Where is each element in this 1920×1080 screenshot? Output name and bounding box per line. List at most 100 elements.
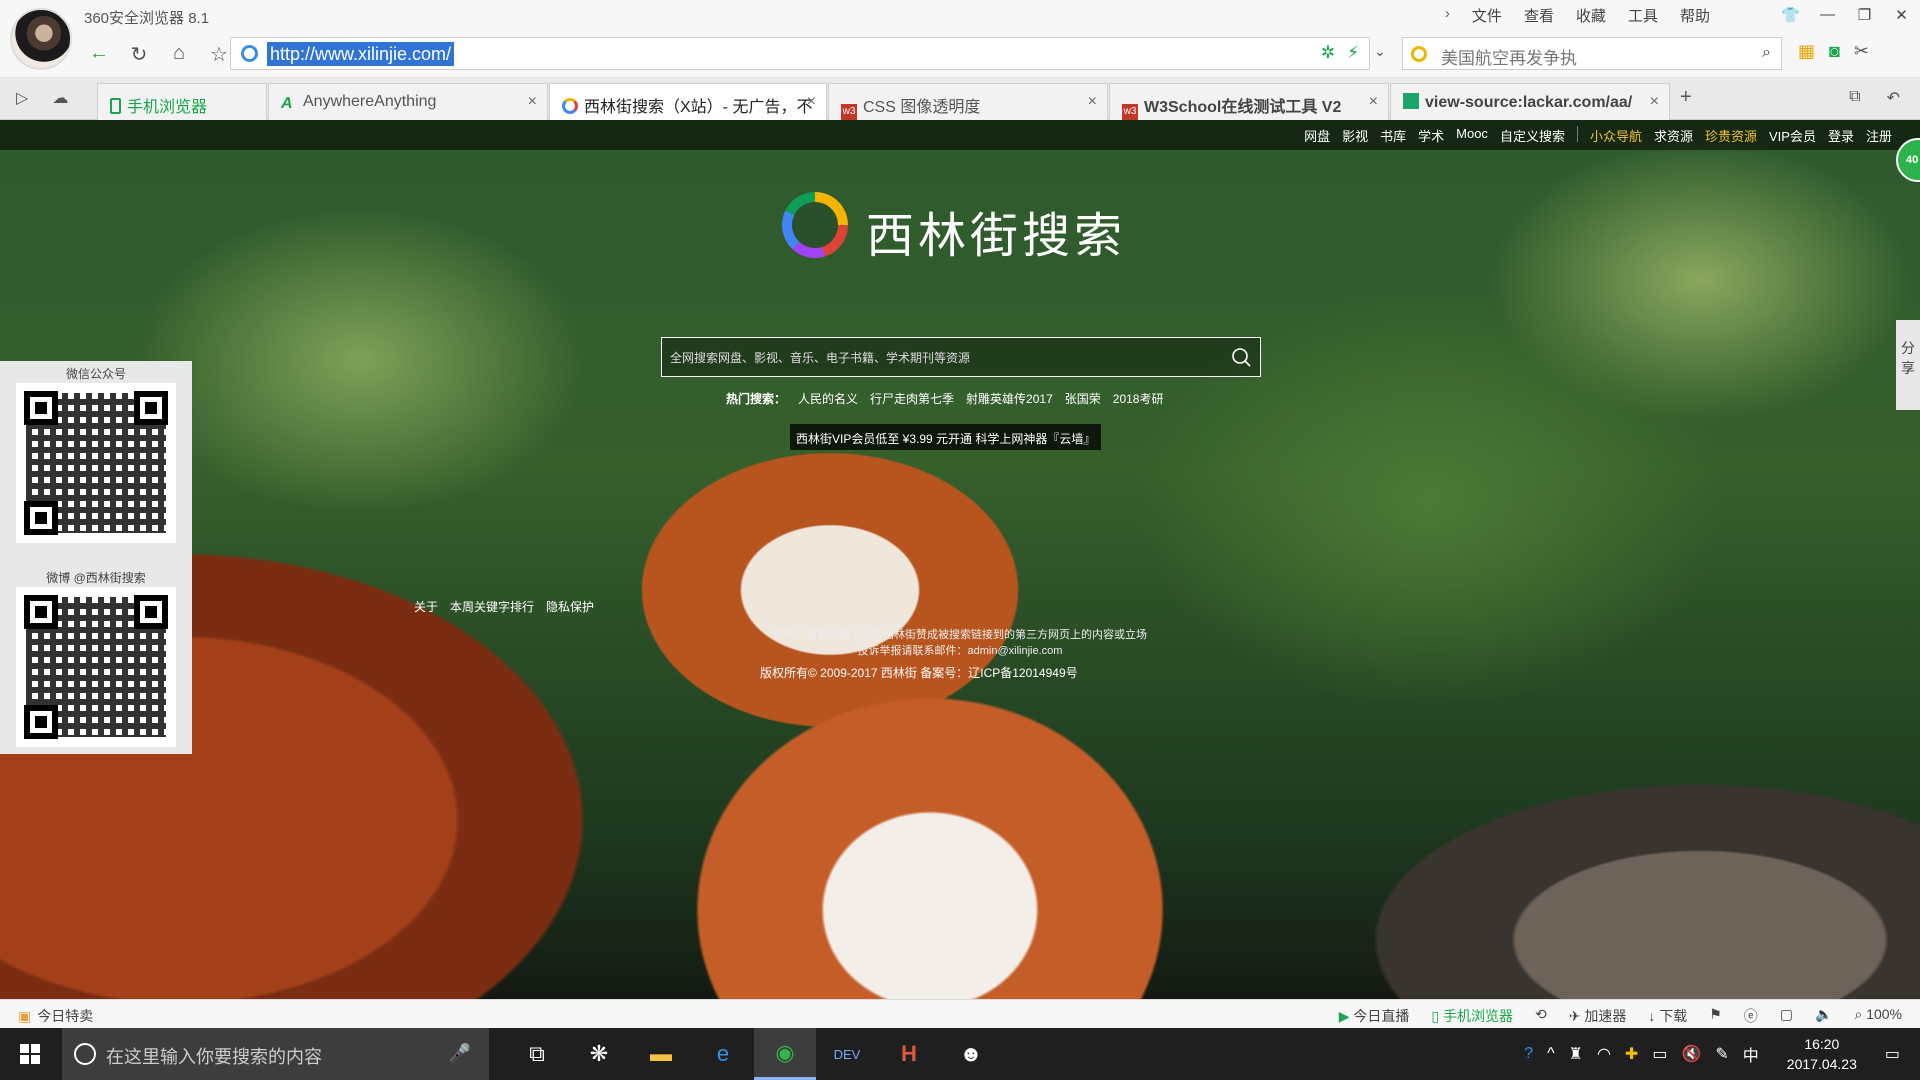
footer-link-about[interactable]: 关于 bbox=[414, 598, 438, 615]
task-view-icon[interactable]: ⧉ bbox=[506, 1028, 568, 1080]
cloud-icon[interactable]: ☁ bbox=[52, 88, 68, 108]
hot-link[interactable]: 行尸走肉第七季 bbox=[870, 390, 954, 407]
nav-link-video[interactable]: 影视 bbox=[1342, 126, 1368, 145]
wechat-icon[interactable]: ◙ bbox=[1829, 41, 1840, 62]
close-button[interactable]: ✕ bbox=[1883, 0, 1920, 29]
mute-icon[interactable]: 🔇 bbox=[1681, 1044, 1701, 1064]
hot-link[interactable]: 张国荣 bbox=[1065, 390, 1101, 407]
tab-w3school[interactable]: w3 W3School在线测试工具 V2 × bbox=[1109, 83, 1389, 120]
nav-link-vip[interactable]: VIP会员 bbox=[1769, 126, 1816, 145]
chevron-down-icon[interactable]: ⌄ bbox=[1374, 43, 1386, 60]
back-icon[interactable]: ← bbox=[88, 42, 110, 67]
file-explorer-icon[interactable]: ▬ bbox=[630, 1028, 692, 1080]
star-icon[interactable]: ☆ bbox=[208, 42, 230, 67]
windows-start-icon[interactable] bbox=[20, 1044, 40, 1064]
mobile-browser-button[interactable]: ▯ 手机浏览器 bbox=[1431, 1006, 1513, 1026]
nav-link-rare[interactable]: 珍贵资源 bbox=[1705, 126, 1757, 145]
close-tab-icon[interactable]: × bbox=[1369, 93, 1378, 111]
share-button[interactable]: 分享 bbox=[1896, 320, 1920, 410]
hot-link[interactable]: 人民的名义 bbox=[798, 390, 858, 407]
sync-icon[interactable]: ⟲ bbox=[1535, 1006, 1547, 1026]
wifi-icon[interactable]: ◠ bbox=[1597, 1044, 1611, 1064]
security-icon[interactable]: ✲ bbox=[1321, 43, 1335, 63]
minimize-button[interactable]: — bbox=[1809, 0, 1846, 29]
ime-indicator[interactable]: 中 bbox=[1743, 1042, 1759, 1066]
hbuilder-icon[interactable]: H bbox=[878, 1028, 940, 1080]
microphone-icon[interactable]: 🎤 bbox=[449, 1043, 471, 1064]
main-search-input[interactable]: 全网搜索网盘、影视、音乐、电子书籍、学术期刊等资源 bbox=[661, 337, 1261, 377]
game-app-icon[interactable]: ☻ bbox=[940, 1028, 1002, 1080]
clock[interactable]: 16:20 2017.04.23 bbox=[1787, 1034, 1857, 1074]
scissors-icon[interactable]: ✂ bbox=[1854, 41, 1869, 62]
nav-link-request[interactable]: 求资源 bbox=[1654, 126, 1693, 145]
tab-view-source[interactable]: view-source:lackar.com/aa/ × bbox=[1390, 83, 1670, 120]
tab-xilinjie[interactable]: 西林街搜索（X站）- 无广告，不 × bbox=[549, 83, 827, 120]
edge-icon[interactable]: e bbox=[692, 1028, 754, 1080]
notification-icon[interactable]: ▭ bbox=[1885, 1044, 1900, 1064]
vip-promo-banner[interactable]: 西林街VIP会员低至 ¥3.99 元开通 科学上网神器『云墙』 bbox=[790, 424, 1102, 450]
flag-icon[interactable]: ⚑ bbox=[1709, 1006, 1722, 1026]
close-tab-icon[interactable]: × bbox=[528, 93, 537, 111]
live-button[interactable]: ▶ 今日直播 bbox=[1339, 1006, 1410, 1026]
close-tab-icon[interactable]: × bbox=[807, 93, 816, 111]
nav-link-custom-search[interactable]: 自定义搜索 bbox=[1500, 126, 1565, 145]
maximize-button[interactable]: ❐ bbox=[1846, 0, 1883, 29]
nav-link-niche[interactable]: 小众导航 bbox=[1590, 126, 1642, 145]
tab-anywhereanything[interactable]: A AnywhereAnything × bbox=[268, 83, 548, 120]
search-box[interactable]: 美国航空再发争执 ⌕ bbox=[1402, 37, 1782, 70]
apps-icon[interactable]: ▦ bbox=[1798, 41, 1815, 62]
tab-css-opacity[interactable]: w3 CSS 图像透明度 × bbox=[828, 83, 1108, 120]
menu-file[interactable]: 文件 bbox=[1472, 5, 1502, 26]
menu-favorites[interactable]: 收藏 bbox=[1576, 5, 1606, 26]
close-tab-icon[interactable]: × bbox=[1650, 93, 1659, 111]
nav-link-academic[interactable]: 学术 bbox=[1418, 126, 1444, 145]
nav-link-mooc[interactable]: Mooc bbox=[1456, 126, 1488, 145]
menu-tools[interactable]: 工具 bbox=[1628, 5, 1658, 26]
close-tab-icon[interactable]: × bbox=[1088, 93, 1097, 111]
search-icon[interactable] bbox=[1228, 344, 1254, 370]
refresh-icon[interactable]: ↻ bbox=[128, 42, 150, 67]
ie-icon[interactable]: ⓔ bbox=[1744, 1006, 1758, 1026]
plus-app-icon[interactable]: ✚ bbox=[1625, 1044, 1638, 1064]
skin-icon[interactable]: 👕 bbox=[1772, 0, 1809, 29]
devcpp-icon[interactable]: DEV bbox=[816, 1028, 878, 1080]
hot-link[interactable]: 射雕英雄传2017 bbox=[966, 390, 1053, 407]
accelerator-button[interactable]: ✈ 加速器 bbox=[1569, 1006, 1627, 1026]
disclaimer-line-2: 投诉举报请联系邮件：admin@xilinjie.com bbox=[857, 645, 1063, 657]
menu-help[interactable]: 帮助 bbox=[1680, 5, 1710, 26]
tab-mobile-browser[interactable]: 手机浏览器 bbox=[97, 83, 267, 120]
pen-icon[interactable]: ✎ bbox=[1715, 1044, 1728, 1064]
hot-link[interactable]: 2018考研 bbox=[1113, 390, 1164, 407]
footer-link-ranking[interactable]: 本周关键字排行 bbox=[450, 598, 534, 615]
battery-icon[interactable]: ▭ bbox=[1652, 1044, 1667, 1064]
search-engine-icon[interactable] bbox=[1411, 46, 1427, 62]
zoom-control[interactable]: ⌕ 100% bbox=[1854, 1006, 1902, 1026]
window-icon[interactable]: ▢ bbox=[1780, 1006, 1793, 1026]
download-button[interactable]: ↓ 下载 bbox=[1648, 1006, 1687, 1026]
user-avatar[interactable] bbox=[10, 8, 72, 70]
qq-icon[interactable]: ♜ bbox=[1569, 1044, 1583, 1064]
speed-mode-icon[interactable]: ⚡ bbox=[1347, 43, 1359, 63]
volume-icon[interactable]: 🔈 bbox=[1815, 1006, 1832, 1026]
nav-link-netdisk[interactable]: 网盘 bbox=[1304, 126, 1330, 145]
tab-list-icon[interactable]: ⧉ bbox=[1849, 88, 1860, 108]
search-icon[interactable]: ⌕ bbox=[1762, 44, 1771, 62]
address-bar[interactable]: http://www.xilinjie.com/ ✲ ⚡ bbox=[230, 37, 1370, 70]
url-text[interactable]: http://www.xilinjie.com/ bbox=[267, 42, 455, 66]
help-icon[interactable]: ? bbox=[1524, 1045, 1533, 1063]
chevron-up-icon[interactable]: ^ bbox=[1547, 1045, 1555, 1063]
menu-view[interactable]: 查看 bbox=[1524, 5, 1554, 26]
nav-link-register[interactable]: 注册 bbox=[1866, 126, 1892, 145]
undo-close-icon[interactable]: ↶ bbox=[1887, 88, 1900, 108]
nav-link-login[interactable]: 登录 bbox=[1828, 126, 1854, 145]
sidebar-toggle-icon[interactable]: ▷ bbox=[16, 88, 28, 108]
home-icon[interactable]: ⌂ bbox=[168, 42, 190, 67]
taskbar-search-input[interactable]: 在这里输入你要搜索的内容 🎤 bbox=[62, 1028, 489, 1080]
new-tab-icon[interactable]: + bbox=[1680, 86, 1692, 109]
pinwheel-app-icon[interactable]: ❋ bbox=[568, 1028, 630, 1080]
nav-link-books[interactable]: 书库 bbox=[1380, 126, 1406, 145]
chevron-right-icon[interactable]: › bbox=[1445, 5, 1450, 26]
360-browser-icon[interactable]: ◉ bbox=[754, 1028, 816, 1080]
daily-deals[interactable]: ▣ 今日特卖 bbox=[18, 1006, 93, 1026]
footer-link-privacy[interactable]: 隐私保护 bbox=[546, 598, 594, 615]
